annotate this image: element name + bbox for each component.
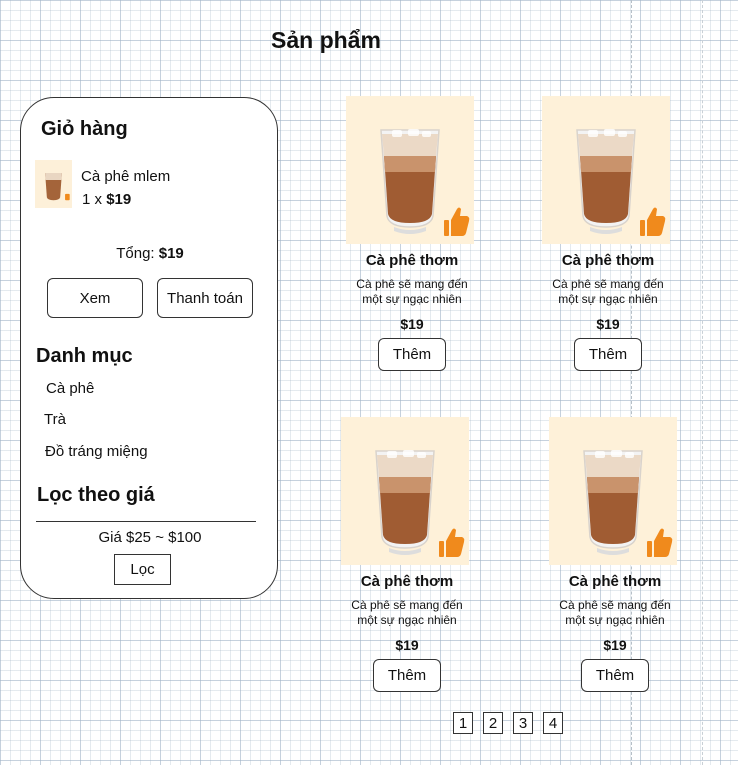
price-filter-title: Lọc theo giá bbox=[37, 484, 155, 506]
page-title: Sản phẩm bbox=[271, 27, 381, 53]
view-cart-button[interactable]: Xem bbox=[47, 278, 143, 318]
product-description: Cà phê sẽ mang đến một sự ngạc nhiên bbox=[542, 277, 674, 307]
iced-coffee-icon bbox=[380, 129, 470, 236]
pagination: 1 2 3 4 bbox=[453, 712, 573, 734]
product-name: Cà phê thơm bbox=[360, 573, 454, 590]
product-image bbox=[542, 96, 670, 244]
checkout-button[interactable]: Thanh toán bbox=[157, 278, 253, 318]
categories-title: Danh mục bbox=[36, 345, 133, 367]
product-description: Cà phê sẽ mang đến một sự ngạc nhiên bbox=[549, 598, 681, 628]
add-to-cart-button[interactable]: Thêm bbox=[378, 338, 446, 371]
iced-coffee-icon bbox=[375, 450, 465, 557]
add-to-cart-button[interactable]: Thêm bbox=[373, 659, 441, 692]
cart-item-qty-label: 1 x bbox=[82, 191, 107, 208]
product-description-line: Cà phê sẽ mang đến bbox=[351, 598, 463, 612]
thumbs-up-icon bbox=[439, 528, 465, 557]
product-description-line: Cà phê sẽ mang đến bbox=[356, 277, 468, 291]
product-price: $19 bbox=[400, 316, 424, 332]
product-card: Cà phê thơm Cà phê sẽ mang đến một sự ngạ… bbox=[549, 417, 681, 692]
product-image bbox=[549, 417, 677, 565]
thumbs-up-icon bbox=[647, 528, 673, 557]
product-price: $19 bbox=[395, 637, 419, 653]
cart-total-value: $19 bbox=[158, 245, 184, 262]
category-item-dessert[interactable]: Đồ tráng miệng bbox=[45, 443, 148, 460]
thumbs-up-icon bbox=[640, 207, 666, 236]
page-button-3[interactable]: 3 bbox=[513, 712, 533, 734]
product-description-line: một sự ngạc nhiên bbox=[558, 292, 658, 306]
cart-title: Giỏ hàng bbox=[41, 118, 128, 140]
cart-item-quantity: 1 x $19 bbox=[82, 191, 131, 208]
product-price: $19 bbox=[603, 637, 627, 653]
product-description-line: Cà phê sẽ mang đến bbox=[559, 598, 671, 612]
cart-item-thumbnail bbox=[35, 160, 72, 208]
product-description-line: một sự ngạc nhiên bbox=[565, 613, 665, 627]
page-button-4[interactable]: 4 bbox=[543, 712, 563, 734]
product-card: Cà phê thơm Cà phê sẽ mang đến một sự ngạ… bbox=[341, 417, 473, 692]
price-range-slider[interactable] bbox=[36, 521, 256, 522]
sidebar-panel: Giỏ hàng Cà phê mlem 1 x $19 Tổng: $19 X… bbox=[20, 97, 278, 599]
cart-total: Tổng: $19 bbox=[21, 245, 279, 262]
product-description-line: một sự ngạc nhiên bbox=[362, 292, 462, 306]
add-to-cart-button[interactable]: Thêm bbox=[581, 659, 649, 692]
category-item-coffee[interactable]: Cà phê bbox=[46, 380, 94, 397]
product-description-line: một sự ngạc nhiên bbox=[357, 613, 457, 627]
cart-item-price: $19 bbox=[106, 191, 132, 208]
page-button-1[interactable]: 1 bbox=[453, 712, 473, 734]
product-card: Cà phê thơm Cà phê sẽ mang đến một sự ngạ… bbox=[346, 96, 478, 371]
product-card: Cà phê thơm Cà phê sẽ mang đến một sự ngạ… bbox=[542, 96, 674, 371]
product-description: Cà phê sẽ mang đến một sự ngạc nhiên bbox=[346, 277, 478, 307]
product-description-line: Cà phê sẽ mang đến bbox=[552, 277, 664, 291]
category-item-tea[interactable]: Trà bbox=[44, 411, 66, 428]
iced-coffee-icon bbox=[576, 129, 666, 236]
product-image bbox=[346, 96, 474, 244]
iced-coffee-icon bbox=[45, 173, 70, 201]
add-to-cart-button[interactable]: Thêm bbox=[574, 338, 642, 371]
product-name: Cà phê thơm bbox=[568, 573, 662, 590]
iced-coffee-icon bbox=[583, 450, 673, 557]
thumbs-up-icon bbox=[444, 207, 470, 236]
page-button-2[interactable]: 2 bbox=[483, 712, 503, 734]
product-description: Cà phê sẽ mang đến một sự ngạc nhiên bbox=[341, 598, 473, 628]
guide-line bbox=[702, 0, 703, 765]
price-range-label: Giá $25 ~ $100 bbox=[98, 529, 202, 546]
product-name: Cà phê thơm bbox=[365, 252, 459, 269]
filter-button[interactable]: Lọc bbox=[114, 554, 171, 585]
cart-item-name: Cà phê mlem bbox=[81, 168, 171, 185]
product-image bbox=[341, 417, 469, 565]
product-price: $19 bbox=[596, 316, 620, 332]
cart-total-label: Tổng: bbox=[116, 245, 159, 262]
product-name: Cà phê thơm bbox=[561, 252, 655, 269]
